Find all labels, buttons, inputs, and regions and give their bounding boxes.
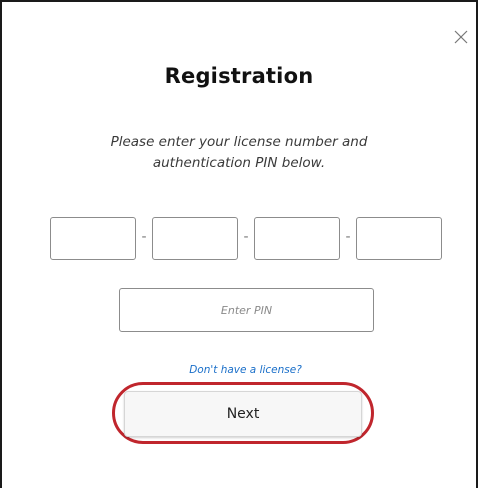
license-separator: - (243, 229, 249, 245)
instructions-line-2: authentication PIN below. (152, 155, 326, 171)
license-segment-3[interactable] (254, 217, 340, 260)
registration-dialog: Registration Please enter your license n… (0, 0, 478, 488)
instructions-text: Please enter your license number and aut… (82, 132, 396, 174)
license-separator: - (141, 229, 147, 245)
license-segment-4[interactable] (356, 217, 442, 260)
instructions-line-1: Please enter your license number and (110, 134, 368, 150)
pin-input[interactable] (119, 288, 374, 332)
license-separator: - (345, 229, 351, 245)
license-segment-2[interactable] (152, 217, 238, 260)
license-number-row: - - - (50, 217, 446, 262)
no-license-link[interactable]: Don't have a license? (2, 364, 478, 376)
license-segment-1[interactable] (50, 217, 136, 260)
next-button[interactable]: Next (124, 391, 362, 437)
close-icon[interactable] (454, 30, 468, 44)
dialog-title: Registration (164, 64, 314, 88)
